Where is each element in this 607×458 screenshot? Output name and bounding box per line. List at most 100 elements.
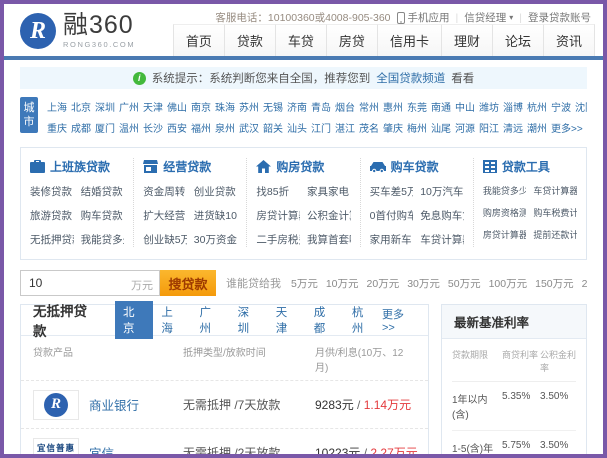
city-link[interactable]: 温州 <box>118 120 140 139</box>
category-link[interactable]: 无抵押贷款 <box>30 232 74 247</box>
city-link[interactable]: 成都 <box>70 120 92 139</box>
loan-product-link[interactable]: 宜信 <box>89 443 114 454</box>
category-link[interactable]: 房贷计算器 <box>256 208 300 223</box>
quick-amount-link[interactable]: 5万元 <box>291 276 318 291</box>
category-link[interactable]: 买车差5万 <box>370 184 414 199</box>
category-link[interactable]: 车贷计算器 <box>420 232 464 247</box>
category-link[interactable]: 购车贷款 <box>81 208 125 223</box>
city-link[interactable]: 泉州 <box>214 120 236 139</box>
category-link[interactable]: 车贷计算器 <box>533 184 577 197</box>
city-link[interactable]: 福州 <box>190 120 212 139</box>
category-link[interactable]: 找85折 <box>256 184 300 199</box>
category-link[interactable]: 10万汽车贷 <box>420 184 464 199</box>
city-link[interactable]: 南通 <box>430 99 452 118</box>
city-link[interactable]: 淄博 <box>502 99 524 118</box>
city-link[interactable]: 东莞 <box>406 99 428 118</box>
category-link[interactable]: 30万资金周转 <box>194 232 238 247</box>
city-link[interactable]: 肇庆 <box>382 120 404 139</box>
quick-amount-link[interactable]: 30万元 <box>407 276 440 291</box>
login-loan-account-link[interactable]: 登录贷款账号 <box>528 10 591 25</box>
nav-tab[interactable]: 贷款 <box>223 24 275 56</box>
city-link[interactable]: 韶关 <box>262 120 284 139</box>
nav-tab[interactable]: 论坛 <box>491 24 543 56</box>
quick-amount-link[interactable]: 150万元 <box>535 276 574 291</box>
category-link[interactable]: 扩大经营 <box>143 208 187 223</box>
city-link[interactable]: 惠州 <box>382 99 404 118</box>
national-loan-channel-link[interactable]: 全国贷款频道 <box>376 70 445 86</box>
mobile-app-link[interactable]: 手机应用 <box>396 10 450 25</box>
city-link[interactable]: 天津 <box>142 99 164 118</box>
nav-tab[interactable]: 车贷 <box>274 24 326 56</box>
city-link[interactable]: 西安 <box>166 120 188 139</box>
city-link[interactable]: 苏州 <box>238 99 260 118</box>
category-link[interactable]: 0首付购车贷 <box>370 208 414 223</box>
search-loans-button[interactable]: 搜贷款 <box>160 270 216 296</box>
category-title[interactable]: 贷款工具 <box>502 158 550 175</box>
category-link[interactable]: 房贷计算器 <box>483 228 527 241</box>
city-link[interactable]: 汕尾 <box>430 120 452 139</box>
city-link[interactable]: 武汉 <box>238 120 260 139</box>
city-link[interactable]: 济南 <box>286 99 308 118</box>
city-link[interactable]: 佛山 <box>166 99 188 118</box>
more-loans-link[interactable]: 更多>> <box>382 306 416 334</box>
quick-amount-link[interactable]: 10万元 <box>326 276 359 291</box>
city-link[interactable]: 北京 <box>70 99 92 118</box>
category-link[interactable]: 提前还款计算器 <box>533 228 577 241</box>
city-link[interactable]: 河源 <box>454 120 476 139</box>
quick-amount-link[interactable]: 100万元 <box>489 276 528 291</box>
city-link[interactable]: 长沙 <box>142 120 164 139</box>
city-link[interactable]: 阳江 <box>478 120 500 139</box>
city-tab[interactable]: 天津 <box>268 301 306 339</box>
nav-tab[interactable]: 理财 <box>440 24 492 56</box>
city-link[interactable]: 广州 <box>118 99 140 118</box>
category-link[interactable]: 结婚贷款 <box>81 184 125 199</box>
category-link[interactable]: 我算首套吗 <box>307 232 351 247</box>
credit-manager-menu[interactable]: 信贷经理 ▾ <box>464 10 513 25</box>
city-link[interactable]: 青岛 <box>310 99 332 118</box>
city-link[interactable]: 珠海 <box>214 99 236 118</box>
city-link[interactable]: 重庆 <box>46 120 68 139</box>
category-link[interactable]: 二手房税费 <box>256 232 300 247</box>
city-link[interactable]: 烟台 <box>334 99 356 118</box>
city-link[interactable]: 南京 <box>190 99 212 118</box>
category-title[interactable]: 购车贷款 <box>391 158 439 175</box>
city-link[interactable]: 清远 <box>502 120 524 139</box>
category-title[interactable]: 经营贷款 <box>163 158 211 175</box>
city-link[interactable]: 无锡 <box>262 99 284 118</box>
rong360-logo[interactable]: R 融360 RONG360.COM <box>20 13 135 49</box>
category-link[interactable]: 购房资格测试器 <box>483 206 527 219</box>
city-link[interactable]: 厦门 <box>94 120 116 139</box>
city-link[interactable]: 汕头 <box>286 120 308 139</box>
city-link[interactable]: 潍坊 <box>478 99 500 118</box>
nav-tab[interactable]: 信用卡 <box>376 24 441 56</box>
category-link[interactable]: 进货缺10万 <box>194 208 238 223</box>
nav-tab[interactable]: 资讯 <box>542 24 595 56</box>
quick-amount-link[interactable]: 50万元 <box>448 276 481 291</box>
category-link[interactable]: 免息购车贷 <box>420 208 464 223</box>
category-link[interactable]: 旅游贷款 <box>30 208 74 223</box>
city-link[interactable]: 茂名 <box>358 120 380 139</box>
nav-tab[interactable]: 首页 <box>172 24 224 56</box>
city-link[interactable]: 中山 <box>454 99 476 118</box>
category-link[interactable]: 创业缺5万 <box>143 232 187 247</box>
city-tab[interactable]: 杭州 <box>344 301 382 339</box>
city-link[interactable]: 杭州 <box>526 99 548 118</box>
category-link[interactable]: 购车税费计算器 <box>533 206 577 219</box>
category-link[interactable]: 家具家电 <box>307 184 351 199</box>
quick-amount-link[interactable]: 20万元 <box>367 276 400 291</box>
city-link[interactable]: 常州 <box>358 99 380 118</box>
city-link[interactable]: 深圳 <box>94 99 116 118</box>
quick-amount-link[interactable]: 200万元 <box>582 276 587 291</box>
city-tab[interactable]: 深圳 <box>230 301 268 339</box>
category-link[interactable]: 家用新车 <box>370 232 414 247</box>
category-title[interactable]: 购房贷款 <box>276 158 324 175</box>
nav-tab[interactable]: 房贷 <box>325 24 377 56</box>
city-tab[interactable]: 成都 <box>306 301 344 339</box>
city-link[interactable]: 宁波 <box>550 99 572 118</box>
city-link[interactable]: 江门 <box>310 120 332 139</box>
category-link[interactable]: 我能贷多少 <box>483 184 527 197</box>
city-link[interactable]: 梅州 <box>406 120 428 139</box>
loan-product-link[interactable]: 商业银行 <box>89 395 139 414</box>
category-link[interactable]: 装修贷款 <box>30 184 74 199</box>
city-tab[interactable]: 广州 <box>192 301 230 339</box>
